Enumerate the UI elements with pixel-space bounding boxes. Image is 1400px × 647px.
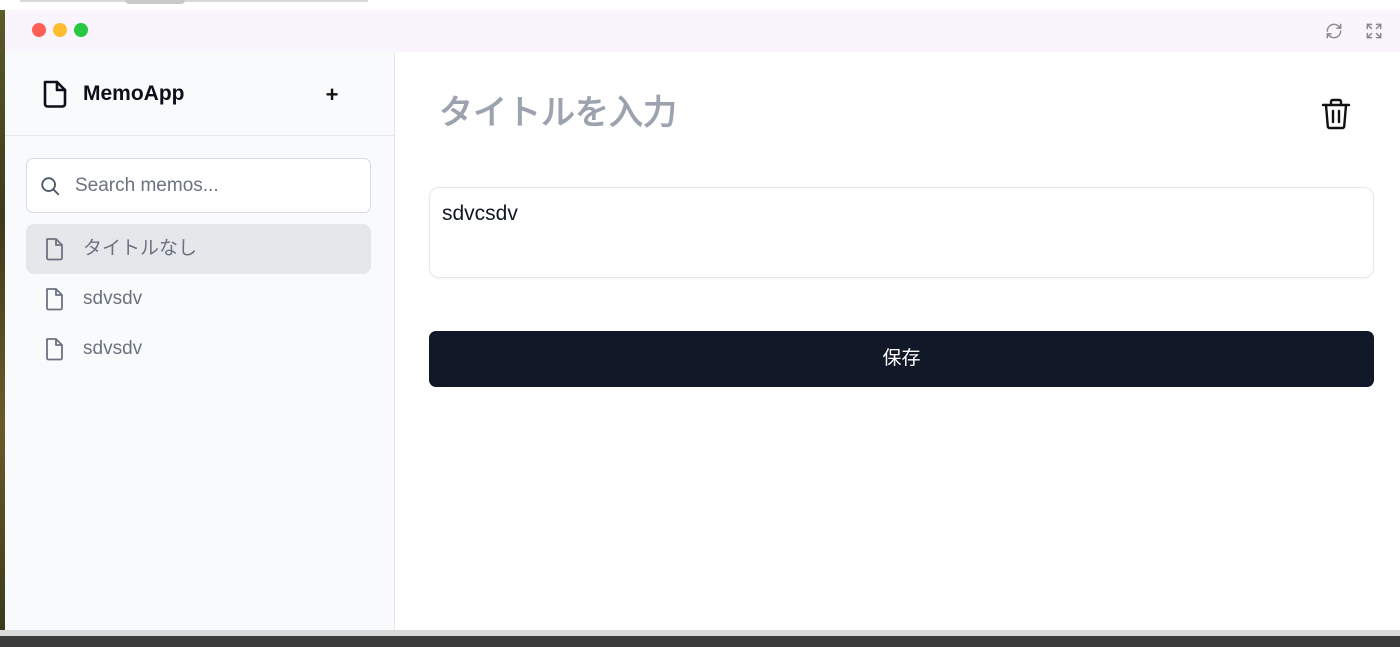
file-icon [46,338,63,361]
trash-icon[interactable] [1320,97,1352,131]
minimize-window-button[interactable] [53,23,67,37]
document-icon [43,80,67,108]
memo-body-text: sdvcsdv [442,202,518,225]
editor-pane: sdvcsdv 保存 [395,52,1400,630]
memo-title: sdvsdv [83,338,143,359]
memo-list: タイトルなし sdvsdv sdvsdv [26,224,371,374]
search-input[interactable] [73,171,362,201]
sidebar-header: MemoApp + [5,52,394,136]
search-icon [41,177,60,196]
sidebar: MemoApp + タイトルなし [5,52,395,630]
window-titlebar [5,10,1400,52]
save-button[interactable]: 保存 [429,331,1374,387]
desktop-bottom-bar [0,630,1400,647]
refresh-icon[interactable] [1324,21,1344,41]
memo-list-item[interactable]: sdvsdv [26,274,371,324]
memo-list-item[interactable]: タイトルなし [26,224,371,274]
expand-icon[interactable] [1364,21,1384,41]
app-window: MemoApp + タイトルなし [5,10,1400,630]
app-name: MemoApp [83,82,185,105]
zoom-window-button[interactable] [74,23,88,37]
memo-title: sdvsdv [83,288,143,309]
search-box [26,158,371,213]
desktop-top-strip [0,0,1400,10]
file-icon [46,288,63,311]
close-window-button[interactable] [32,23,46,37]
window-bottom-edge [0,630,1400,636]
file-icon [46,238,63,261]
memo-body-textarea[interactable]: sdvcsdv [429,187,1374,278]
add-memo-button[interactable]: + [317,80,347,110]
background-tab-shadow [125,0,185,4]
background-tab [20,0,368,2]
title-input[interactable] [437,90,1201,136]
memo-list-item[interactable]: sdvsdv [26,324,371,374]
memo-title: タイトルなし [83,238,198,259]
